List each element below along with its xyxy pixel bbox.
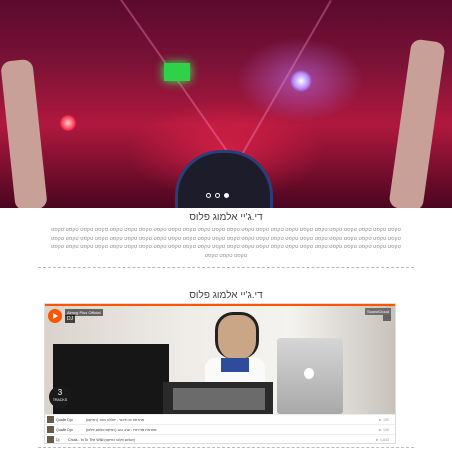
player-progress-bar[interactable]: [45, 304, 395, 306]
track-thumbnail: [47, 436, 54, 443]
slider-dots: [206, 193, 229, 198]
track-thumbnail: [47, 426, 54, 433]
dashed-divider: [38, 267, 414, 268]
track-artist: Dj: [56, 437, 60, 442]
exit-sign: [164, 63, 190, 81]
tracks-label: TRACKS: [52, 398, 68, 402]
track-thumbnail: [47, 416, 54, 423]
apple-logo-icon: [304, 368, 314, 379]
stage-light: [60, 115, 76, 131]
cover-art: [45, 304, 395, 414]
right-arm: [388, 38, 446, 208]
track-title: Chola - In To The Wild (אלמוג פלוס רמיקס…: [68, 437, 135, 442]
dashed-divider: [38, 447, 414, 448]
dj-head: [175, 150, 273, 208]
soundcloud-player[interactable]: Almog Plus Official DJ SoundCloud 3 TRAC…: [44, 303, 396, 444]
laptop: [277, 338, 343, 414]
track-artist: Qualle Djo: [56, 417, 73, 422]
track-title: מחרוזת ים תיכוני - יאללה מהר (רמיקס): [86, 417, 145, 422]
share-icon[interactable]: [383, 315, 391, 321]
stage-light: [290, 70, 312, 92]
tracks-count-badge: 3 TRACKS: [49, 386, 71, 408]
slider-dot[interactable]: [206, 193, 211, 198]
dj-deck: [53, 344, 169, 414]
slider-dot[interactable]: [215, 193, 220, 198]
track-title: מחרוזת מזרחית - ערב טוב (רמיקס אלמוג פלו…: [86, 427, 157, 432]
dj-mixer: [173, 388, 265, 410]
set-title[interactable]: DJ: [65, 315, 76, 323]
track-row[interactable]: Qualle Djo מחרוזת ים תיכוני - יאללה מהר …: [45, 414, 395, 424]
dj-face: [215, 312, 259, 359]
soundcloud-logo-icon[interactable]: SoundCloud: [364, 308, 391, 315]
left-arm: [0, 58, 48, 208]
section-body-text: טקסט טקסט טקסט טקסט טקסט טקסט טקסט טקסט …: [50, 227, 401, 259]
track-list: Qualle Djo מחרוזת ים תיכוני - יאללה מהר …: [45, 414, 395, 443]
tracks-count: 3: [57, 388, 63, 397]
track-row[interactable]: Dj Chola - In To The Wild (אלמוג פלוס רמ…: [45, 434, 395, 443]
section-title: די.ג'יי אלמוג פלוס: [189, 212, 263, 223]
slider-dot-active[interactable]: [224, 193, 229, 198]
dj-scarf: [221, 358, 249, 372]
section-title: די.ג'יי אלמוג פלוס: [189, 290, 263, 301]
track-plays: ► 185: [378, 417, 389, 422]
track-artist: Qualle Djo: [56, 427, 73, 432]
track-row[interactable]: Qualle Djo מחרוזת מזרחית - ערב טוב (רמיק…: [45, 424, 395, 434]
track-plays: ► 4,843: [375, 437, 389, 442]
track-plays: ► 146: [378, 427, 389, 432]
hero-slider[interactable]: [0, 0, 452, 208]
play-button[interactable]: [48, 309, 62, 323]
